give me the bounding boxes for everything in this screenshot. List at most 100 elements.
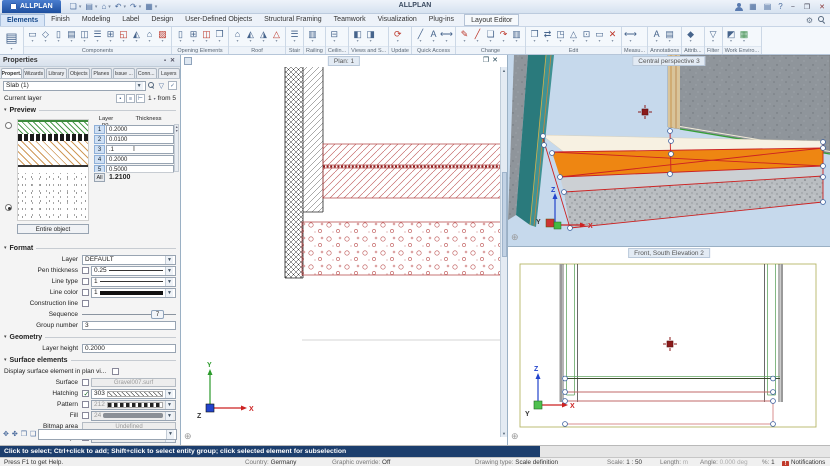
quick-access-icon-2[interactable]: ▤ [84, 1, 94, 13]
section-surface-header[interactable]: ▾ Surface elements [0, 354, 180, 366]
viewport-menu-icon[interactable] [184, 57, 192, 65]
edit-tool-icon-3[interactable]: ◳▾ [554, 30, 567, 44]
palette-tab-objects[interactable]: Objects [68, 68, 90, 78]
layer-number[interactable]: 2 [94, 135, 105, 144]
user-account-icon[interactable] [734, 3, 743, 12]
select-mode-icon[interactable]: ✓ [168, 81, 177, 90]
scroll-thumb[interactable] [502, 172, 507, 257]
components-tool-icon-4[interactable]: ▤▾ [65, 30, 78, 44]
length-status[interactable]: Length: m [660, 459, 688, 466]
chevron-down-icon[interactable]: ▼ [135, 82, 143, 90]
scale-status[interactable]: Scale: 1 : 50 [607, 459, 642, 466]
pan-navigation-icon[interactable]: ⊕ [511, 431, 519, 442]
fill-select[interactable]: 24 ▼ [91, 411, 176, 421]
change-tool-icon-5[interactable]: ▥▾ [510, 30, 523, 44]
sequence-slider[interactable]: 7 [82, 310, 176, 319]
views-and-s-tool-icon-1[interactable]: ◧▾ [351, 30, 364, 44]
shop-icon[interactable]: ▤ [763, 1, 773, 13]
components-tool-icon-5[interactable]: ◫▾ [78, 30, 91, 44]
plan-viewport[interactable]: Plan: 1 ❐✕ ▲ ▼ [181, 55, 508, 445]
help-icon[interactable]: ? [777, 1, 783, 13]
edit-tool-icon-6[interactable]: ▭▾ [593, 30, 606, 44]
section-geometry-header[interactable]: ▾ Geometry [0, 331, 180, 343]
display-surface-checkbox[interactable] [112, 368, 119, 375]
tab-label[interactable]: Label [116, 14, 145, 26]
roof-tool-icon-2[interactable]: ◭▾ [244, 30, 257, 44]
quick-access-icon-1[interactable]: ❏ [69, 1, 78, 13]
surface-checkbox[interactable] [82, 379, 89, 386]
current-layer-value[interactable]: 1 [148, 95, 152, 102]
components-tool-icon-1[interactable]: ▭▾ [26, 30, 39, 44]
components-tool-icon-3[interactable]: ▯▾ [52, 30, 65, 44]
edit-tool-icon-5[interactable]: ⊡▾ [580, 30, 593, 44]
search-icon[interactable] [818, 16, 826, 24]
radio-single-layer[interactable] [5, 122, 12, 129]
opening-elements-tool-icon-1[interactable]: ▯▾ [174, 30, 187, 44]
search-icon[interactable] [148, 82, 156, 90]
palette-tab-wizards[interactable]: Wizards [23, 68, 45, 78]
close-viewport-icon[interactable]: ✕ [492, 56, 498, 64]
palette-tab-propert[interactable]: Propert... [1, 68, 23, 78]
edit-tool-icon-1[interactable]: ❐▾ [528, 30, 541, 44]
palette-tab-library[interactable]: Library [46, 68, 68, 78]
layer-thickness-input[interactable]: 0.0100 [106, 135, 174, 144]
hatching-checkbox[interactable] [82, 390, 89, 397]
change-tool-icon-1[interactable]: ✎▾ [458, 30, 471, 44]
chevron-down-icon[interactable]: ▼ [166, 430, 174, 439]
pen-thickness-select[interactable]: 0.25 ▼ [91, 266, 176, 276]
pen-thickness-checkbox[interactable] [82, 267, 89, 274]
tab-structural-framing[interactable]: Structural Framing [258, 14, 328, 26]
transfer-parameters-icon[interactable]: ✤ [11, 430, 19, 438]
railing-tool-icon-1[interactable]: ▥▾ [306, 30, 319, 44]
load-favorite-icon[interactable]: ❒ [20, 430, 28, 438]
layer-number[interactable]: 3 [94, 145, 105, 154]
annotations-tool-icon-1[interactable]: A▾ [650, 30, 663, 44]
match-parameters-icon[interactable]: ✥ [2, 430, 10, 438]
connect-icon[interactable]: ▦ [748, 1, 758, 13]
components-tool-icon-7[interactable]: ⊞▾ [104, 30, 117, 44]
pattern-select[interactable]: 212 ▼ [91, 400, 176, 410]
angle-status[interactable]: Angle: 0.000 deg [700, 459, 748, 466]
chevron-down-icon[interactable]: ▾ [154, 96, 156, 101]
tab-teamwork[interactable]: Teamwork [328, 14, 372, 26]
close-icon[interactable]: ✕ [168, 57, 177, 64]
pan-navigation-icon[interactable]: ⊕ [511, 232, 519, 243]
chevron-down-icon[interactable]: ▼ [165, 256, 173, 264]
country-status[interactable]: Country: Germany [245, 459, 296, 466]
tab-visualization[interactable]: Visualization [372, 14, 423, 26]
maximize-viewport-icon[interactable]: ❐ [483, 56, 489, 64]
line-type-checkbox[interactable] [82, 278, 89, 285]
favorite-select[interactable]: ▼ [38, 429, 177, 440]
plan-vertical-scrollbar[interactable]: ▲ ▼ [500, 67, 507, 437]
layer-table-scrollbar[interactable]: ▲▼ [174, 124, 179, 172]
chevron-down-icon[interactable]: ▼ [165, 289, 173, 297]
components-tool-icon-10[interactable]: ⌂▾ [143, 30, 156, 44]
layer-number[interactable]: 4 [94, 155, 105, 164]
tab-plug-ins[interactable]: Plug-ins [423, 14, 460, 26]
quick-access-icon-6[interactable]: ▦ [144, 1, 154, 13]
settings-gear-icon[interactable]: ⚙ [806, 16, 813, 25]
filter-tool-icon-1[interactable]: ▽▾ [707, 30, 720, 44]
restore-button[interactable]: ❐ [802, 3, 812, 11]
opening-elements-tool-icon-4[interactable]: ❒▾ [213, 30, 226, 44]
work-enviro-tool-icon-1[interactable]: ◩▾ [725, 30, 738, 44]
tab-layout-editor[interactable]: Layout Editor [464, 14, 519, 26]
views-and-s-tool-icon-2[interactable]: ◨▾ [364, 30, 377, 44]
close-button[interactable]: ✕ [817, 3, 827, 11]
graphic-override-status[interactable]: Graphic override: Off [332, 459, 390, 466]
components-tool-icon-2[interactable]: ◇▾ [39, 30, 52, 44]
ceilin-tool-icon-1[interactable]: ⊟▾ [328, 30, 341, 44]
chevron-down-icon[interactable]: ▼ [165, 278, 173, 286]
group-number-input[interactable]: 3 [82, 321, 176, 330]
palette-tab-layers[interactable]: Layers [158, 68, 180, 78]
construction-line-checkbox[interactable] [82, 300, 89, 307]
drawing-type-status[interactable]: Drawing type: Scale definition [475, 459, 558, 466]
scroll-up-icon[interactable]: ▲ [501, 67, 507, 74]
pan-navigation-icon[interactable]: ⊕ [184, 431, 192, 442]
edit-tool-icon-2[interactable]: ⇄▾ [541, 30, 554, 44]
save-favorite-icon[interactable]: ❑ [29, 430, 37, 438]
quick-access-tool-icon-3[interactable]: ⟷▾ [440, 30, 453, 44]
plan-drawing[interactable]: Y X Z [181, 67, 501, 445]
attrib-tool-icon-1[interactable]: ◆▾ [684, 30, 697, 44]
layer-thickness-input[interactable]: 0.2000 [106, 125, 174, 134]
